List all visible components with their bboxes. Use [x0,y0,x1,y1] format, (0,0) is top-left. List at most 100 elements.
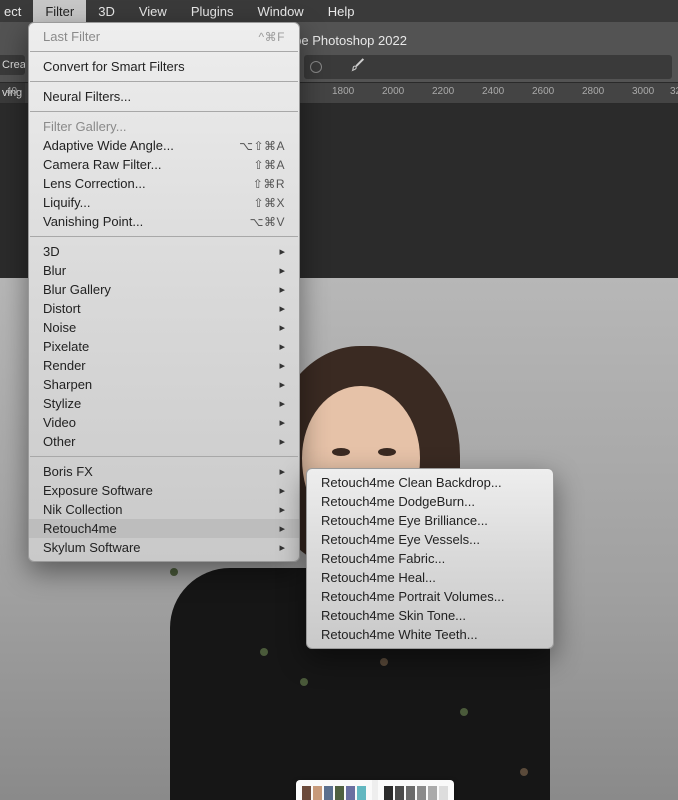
filter-menu-item: Filter Gallery... [29,117,299,136]
menubar-item-3d[interactable]: 3D [86,0,127,22]
menu-item-label: Retouch4me DodgeBurn... [321,494,475,509]
menubar: ect Filter 3D View Plugins Window Help [0,0,678,22]
filter-menu-item[interactable]: Adaptive Wide Angle...⌥⇧⌘A [29,136,299,155]
menu-item-label: Retouch4me Heal... [321,570,436,585]
menubar-item-window[interactable]: Window [245,0,315,22]
filter-menu-item[interactable]: Stylize▸ [29,394,299,413]
ruler-tick: 2000 [382,86,404,97]
chevron-right-icon: ▸ [279,484,285,497]
filter-menu-item[interactable]: Lens Correction... ⇧⌘R [29,174,299,193]
menu-item-label: Retouch4me Eye Vessels... [321,532,480,547]
submenu-item[interactable]: Retouch4me DodgeBurn... [307,492,553,511]
filter-menu-item[interactable]: Boris FX▸ [29,462,299,481]
menu-item-shortcut: ⇧⌘X [253,196,285,210]
chevron-right-icon: ▸ [279,541,285,554]
submenu-item[interactable]: Retouch4me Eye Brilliance... [307,511,553,530]
menubar-item-select[interactable]: ect [0,0,33,22]
menu-item-shortcut: ⇧⌘A [253,158,285,172]
filter-menu-item[interactable]: Nik Collection▸ [29,500,299,519]
filter-menu-item[interactable]: Noise▸ [29,318,299,337]
swatch [335,786,344,800]
submenu-item[interactable]: Retouch4me Portrait Volumes... [307,587,553,606]
ruler-tick: 2200 [432,86,454,97]
menu-separator [30,236,298,237]
menu-item-label: 3D [43,244,60,259]
filter-menu-item[interactable]: Skylum Software▸ [29,538,299,557]
option-dot-icon[interactable] [310,61,322,73]
filter-menu: Last Filter^⌘FConvert for Smart FiltersN… [28,22,300,562]
brush-icon[interactable] [350,57,366,78]
truncated-button-create[interactable]: Crea [0,55,25,75]
menu-item-label: Convert for Smart Filters [43,59,185,74]
menu-item-label: Retouch4me Eye Brilliance... [321,513,488,528]
menu-item-shortcut: ⌥⇧⌘A [239,139,285,153]
color-checker [296,780,454,800]
filter-menu-item[interactable]: Video ▸ [29,413,299,432]
filter-menu-item[interactable]: Blur ▸ [29,261,299,280]
ruler-tick: 3200 [670,86,678,97]
menu-item-label: Render [43,358,86,373]
menu-item-label: Liquify... [43,195,90,210]
chevron-right-icon: ▸ [279,264,285,277]
filter-menu-item[interactable]: Camera Raw Filter... ⇧⌘A [29,155,299,174]
filter-menu-item[interactable]: Sharpen▸ [29,375,299,394]
chevron-right-icon: ▸ [279,245,285,258]
chevron-right-icon: ▸ [279,416,285,429]
filter-menu-item[interactable]: Distort▸ [29,299,299,318]
swatch [384,786,393,800]
ruler-tick: 3000 [632,86,654,97]
menu-item-label: Exposure Software [43,483,153,498]
swatch [439,786,448,800]
menu-separator [30,51,298,52]
submenu-item[interactable]: Retouch4me Heal... [307,568,553,587]
ruler-tick: 2600 [532,86,554,97]
menu-item-label: Vanishing Point... [43,214,143,229]
chevron-right-icon: ▸ [279,465,285,478]
menu-item-label: Other [43,434,76,449]
menubar-item-view[interactable]: View [127,0,179,22]
chevron-right-icon: ▸ [279,378,285,391]
ruler-tick: 1800 [332,86,354,97]
menu-item-label: Blur [43,263,66,278]
filter-menu-item[interactable]: Pixelate▸ [29,337,299,356]
swatch [406,786,415,800]
menubar-item-help[interactable]: Help [316,0,367,22]
filter-menu-item[interactable]: Retouch4me▸ [29,519,299,538]
swatch [324,786,333,800]
swatch [417,786,426,800]
chevron-right-icon: ▸ [279,503,285,516]
options-strip [304,55,672,79]
menu-separator [30,456,298,457]
submenu-item[interactable]: Retouch4me Eye Vessels... [307,530,553,549]
chevron-right-icon: ▸ [279,340,285,353]
swatch [395,786,404,800]
filter-menu-item[interactable]: Liquify... ⇧⌘X [29,193,299,212]
menu-item-label: Retouch4me Fabric... [321,551,445,566]
subject-eye [332,448,350,456]
submenu-item[interactable]: Retouch4me Fabric... [307,549,553,568]
menu-item-label: Retouch4me Clean Backdrop... [321,475,502,490]
menu-item-label: Video [43,415,76,430]
filter-menu-item[interactable]: Vanishing Point...⌥⌘V [29,212,299,231]
submenu-item[interactable]: Retouch4me White Teeth... [307,625,553,644]
filter-menu-item[interactable]: Other ▸ [29,432,299,451]
menu-item-shortcut: ⇧⌘R [253,177,285,191]
menubar-item-plugins[interactable]: Plugins [179,0,246,22]
chevron-right-icon: ▸ [279,435,285,448]
filter-menu-item[interactable]: Neural Filters... [29,87,299,106]
swatch [346,786,355,800]
ruler-tick: 2400 [482,86,504,97]
menubar-item-filter[interactable]: Filter [33,0,86,22]
filter-menu-item[interactable]: Render▸ [29,356,299,375]
filter-menu-item[interactable]: Exposure Software ▸ [29,481,299,500]
submenu-item[interactable]: Retouch4me Clean Backdrop... [307,473,553,492]
filter-menu-item[interactable]: 3D ▸ [29,242,299,261]
menu-separator [30,81,298,82]
menu-item-label: Retouch4me White Teeth... [321,627,478,642]
filter-menu-item[interactable]: Convert for Smart Filters [29,57,299,76]
submenu-item[interactable]: Retouch4me Skin Tone... [307,606,553,625]
filter-menu-item[interactable]: Blur Gallery▸ [29,280,299,299]
menu-item-label: Camera Raw Filter... [43,157,161,172]
menu-item-label: Lens Correction... [43,176,146,191]
menu-item-label: Last Filter [43,29,100,44]
